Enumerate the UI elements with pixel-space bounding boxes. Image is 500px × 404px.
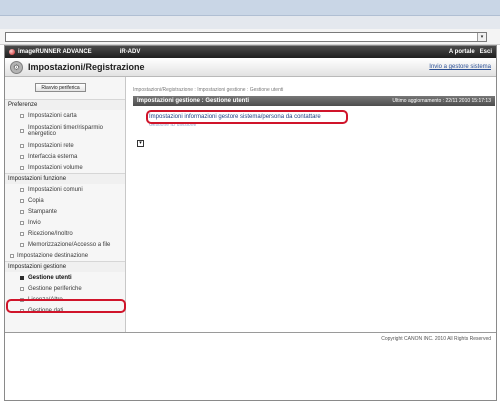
sidebar-item-gestione-periferiche[interactable]: Gestione periferiche xyxy=(5,283,125,294)
sidebar-item-invio[interactable]: Invio xyxy=(5,217,125,228)
bullet-icon xyxy=(20,231,24,236)
sidebar-item-impostazioni-carta[interactable]: Impostazioni carta xyxy=(5,110,125,121)
browser-toolbar xyxy=(0,16,500,29)
restart-device-button[interactable]: Riavvio periferica xyxy=(35,83,86,92)
sidebar-item-label: Ricezione/Inoltro xyxy=(28,230,73,237)
sidebar-item-label: Impostazioni volume xyxy=(28,164,83,171)
sidebar-item-label: Impostazioni timer/risparmio energetico xyxy=(28,124,104,137)
collapse-arrow-icon[interactable]: ▾ xyxy=(137,140,144,147)
canon-logo-icon xyxy=(9,49,15,55)
bullet-icon xyxy=(20,154,24,159)
brand-links: A portale Esci xyxy=(449,49,492,55)
sidebar-highlight-annotation xyxy=(6,299,126,313)
breadcrumb: Impostazioni/Registrazione : Impostazion… xyxy=(133,87,284,93)
logout-link[interactable]: Esci xyxy=(480,49,492,55)
sidebar-section-impostazioni-gestione: Impostazioni gestione xyxy=(5,261,125,272)
address-area: ▾ xyxy=(0,29,500,45)
footer: Copyright CANON INC. 2010 All Rights Res… xyxy=(5,332,496,400)
brand-bar: imageRUNNER ADVANCE iR-ADV A portale Esc… xyxy=(5,46,496,58)
bullet-icon xyxy=(20,187,24,192)
section-header: Impostazioni gestione : Gestione utenti … xyxy=(133,96,495,106)
sidebar-item-label: Copia xyxy=(28,197,44,204)
sidebar-item-impostazioni-volume[interactable]: Impostazioni volume xyxy=(5,162,125,173)
sidebar-item-label: Gestione utenti xyxy=(28,274,72,281)
bullet-icon xyxy=(20,113,24,118)
page-frame: imageRUNNER ADVANCE iR-ADV A portale Esc… xyxy=(4,45,497,401)
sidebar-item-label: Invio xyxy=(28,219,41,226)
sidebar-menu: Preferenze Impostazioni carta Impostazioni… xyxy=(5,99,125,316)
sidebar-item-impostazioni-timer-risparmio-energetico[interactable]: Impostazioni timer/risparmio energetico xyxy=(5,121,125,140)
sidebar-item-gestione-utenti[interactable]: Gestione utenti xyxy=(5,272,125,283)
settings-gear-icon: ⚙ xyxy=(10,60,23,74)
bullet-icon xyxy=(20,242,24,247)
bullet-icon xyxy=(20,275,24,280)
send-to-admin-link[interactable]: Invio a gestore sistema xyxy=(429,64,491,70)
sidebar-item-label: Impostazione destinazione xyxy=(17,252,89,259)
sidebar-item-label: Memorizzazione/Accesso a file xyxy=(28,241,111,248)
bullet-icon xyxy=(20,143,24,148)
address-dropdown-button[interactable]: ▾ xyxy=(477,33,486,41)
portal-link[interactable]: A portale xyxy=(449,49,475,55)
bullet-icon xyxy=(20,286,24,291)
sidebar-item-impostazioni-rete[interactable]: Impostazioni rete xyxy=(5,140,125,151)
browser-titlebar xyxy=(0,0,500,16)
bullet-icon xyxy=(20,220,24,225)
address-input[interactable]: ▾ xyxy=(5,32,487,42)
page-title: Impostazioni/Registrazione xyxy=(28,62,145,72)
sidebar-item-impostazioni-comuni[interactable]: Impostazioni comuni xyxy=(5,184,125,195)
sidebar-section-preferenze: Preferenze xyxy=(5,99,125,110)
sidebar-item-label: Impostazioni comuni xyxy=(28,186,83,193)
bullet-icon xyxy=(10,253,14,258)
section-title: Impostazioni gestione : Gestione utenti xyxy=(137,98,250,104)
sidebar: Riavvio periferica Preferenze Impostazion… xyxy=(5,77,126,332)
content-highlight-annotation xyxy=(146,110,348,124)
sidebar-item-ricezione-inoltro[interactable]: Ricezione/Inoltro xyxy=(5,228,125,239)
copyright: Copyright CANON INC. 2010 All Rights Res… xyxy=(381,336,491,342)
sidebar-item-label: Stampante xyxy=(28,208,58,215)
sidebar-section-impostazioni-funzione: Impostazioni funzione xyxy=(5,173,125,184)
bullet-icon xyxy=(20,198,24,203)
page-header: ⚙ Impostazioni/Registrazione Invio a ges… xyxy=(5,58,496,77)
bullet-icon xyxy=(20,128,24,133)
sidebar-item-stampante[interactable]: Stampante xyxy=(5,206,125,217)
sidebar-item-label: Impostazioni rete xyxy=(28,142,74,149)
sidebar-item-interfaccia-esterna[interactable]: Interfaccia esterna xyxy=(5,151,125,162)
brand-name: imageRUNNER ADVANCE xyxy=(18,49,92,55)
brand-model: iR-ADV xyxy=(119,49,141,55)
sidebar-item-memorizzazione-accesso-a-file[interactable]: Memorizzazione/Accesso a file xyxy=(5,239,125,250)
sidebar-item-copia[interactable]: Copia xyxy=(5,195,125,206)
sidebar-item-label: Gestione periferiche xyxy=(28,285,82,292)
sidebar-item-label: Impostazioni carta xyxy=(28,112,77,119)
last-updated: Ultimo aggiornamento : 22/11 2010 15:17:… xyxy=(392,98,491,104)
bullet-icon xyxy=(20,209,24,214)
sidebar-item-label: Interfaccia esterna xyxy=(28,153,78,160)
sidebar-item-impostazione-destinazione[interactable]: Impostazione destinazione xyxy=(5,250,125,261)
bullet-icon xyxy=(20,165,24,170)
